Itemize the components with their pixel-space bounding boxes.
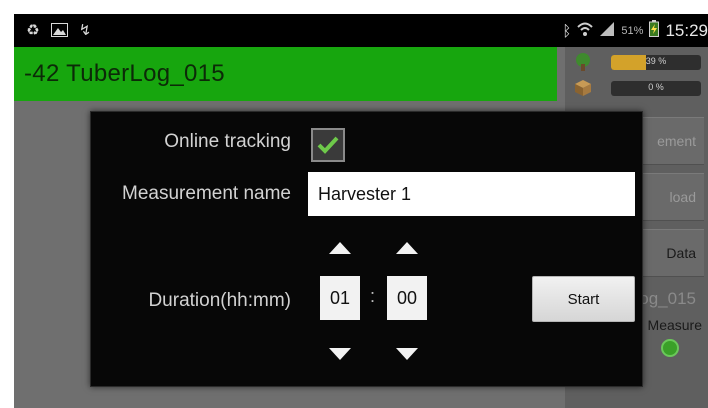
progress-label: 0 %: [648, 82, 664, 92]
button-label: load: [669, 189, 696, 205]
recycle-icon: ♻: [26, 22, 40, 39]
start-button[interactable]: Start: [532, 276, 635, 322]
minutes-field[interactable]: 00: [387, 276, 427, 320]
notification-icons: ♻ ↯: [24, 21, 94, 39]
system-icons: ᛒ 51% 15:29: [562, 20, 708, 42]
app-window: -42 TuberLog_015 39 % 0 % ement load Dat…: [14, 47, 708, 408]
clock: 15:29: [665, 21, 708, 40]
wifi-icon: [577, 21, 594, 42]
storage-meter-tree: 39 %: [569, 51, 704, 73]
usb-icon: ↯: [78, 22, 92, 39]
online-tracking-checkbox[interactable]: [311, 128, 345, 162]
online-tracking-label: Online tracking: [164, 131, 291, 152]
page-title: -42 TuberLog_015: [24, 60, 225, 87]
tree-icon: [573, 52, 593, 72]
signal-icon: [599, 21, 615, 42]
measurement-dialog: Online tracking Measurement name Duratio…: [90, 111, 643, 387]
battery-percent: 51%: [621, 25, 644, 37]
progress-label: 39 %: [645, 56, 667, 66]
status-bar: ♻ ↯ ᛒ 51% 15:29: [14, 14, 708, 47]
duration-label: Duration(hh:mm): [148, 290, 291, 311]
status-check-icon: [661, 339, 679, 357]
minutes-increment-button[interactable]: [396, 242, 418, 254]
progress-bar: 39 %: [611, 55, 701, 70]
log-title: og_015: [639, 289, 696, 308]
storage-meter-box: 0 %: [569, 77, 704, 99]
hours-decrement-button[interactable]: [329, 348, 351, 360]
measurement-name-input[interactable]: [308, 172, 635, 216]
picture-icon: [50, 21, 68, 39]
checkmark-icon: [317, 136, 339, 154]
button-label: Data: [666, 245, 696, 261]
title-bar: -42 TuberLog_015: [14, 47, 557, 101]
hours-increment-button[interactable]: [329, 242, 351, 254]
progress-bar: 0 %: [611, 81, 701, 96]
measurement-name-label: Measurement name: [122, 183, 291, 204]
button-label: ement: [657, 133, 696, 149]
device-screen: ♻ ↯ ᛒ 51% 15:29 -42 TuberLog_015 39 % 0 …: [14, 14, 708, 408]
minutes-decrement-button[interactable]: [396, 348, 418, 360]
box-icon: [573, 78, 593, 98]
time-separator: :: [370, 286, 376, 306]
bluetooth-icon: ᛒ: [562, 22, 572, 40]
hours-field[interactable]: 01: [320, 276, 360, 320]
battery-icon: [649, 20, 660, 42]
log-status: Measure: [647, 317, 702, 333]
